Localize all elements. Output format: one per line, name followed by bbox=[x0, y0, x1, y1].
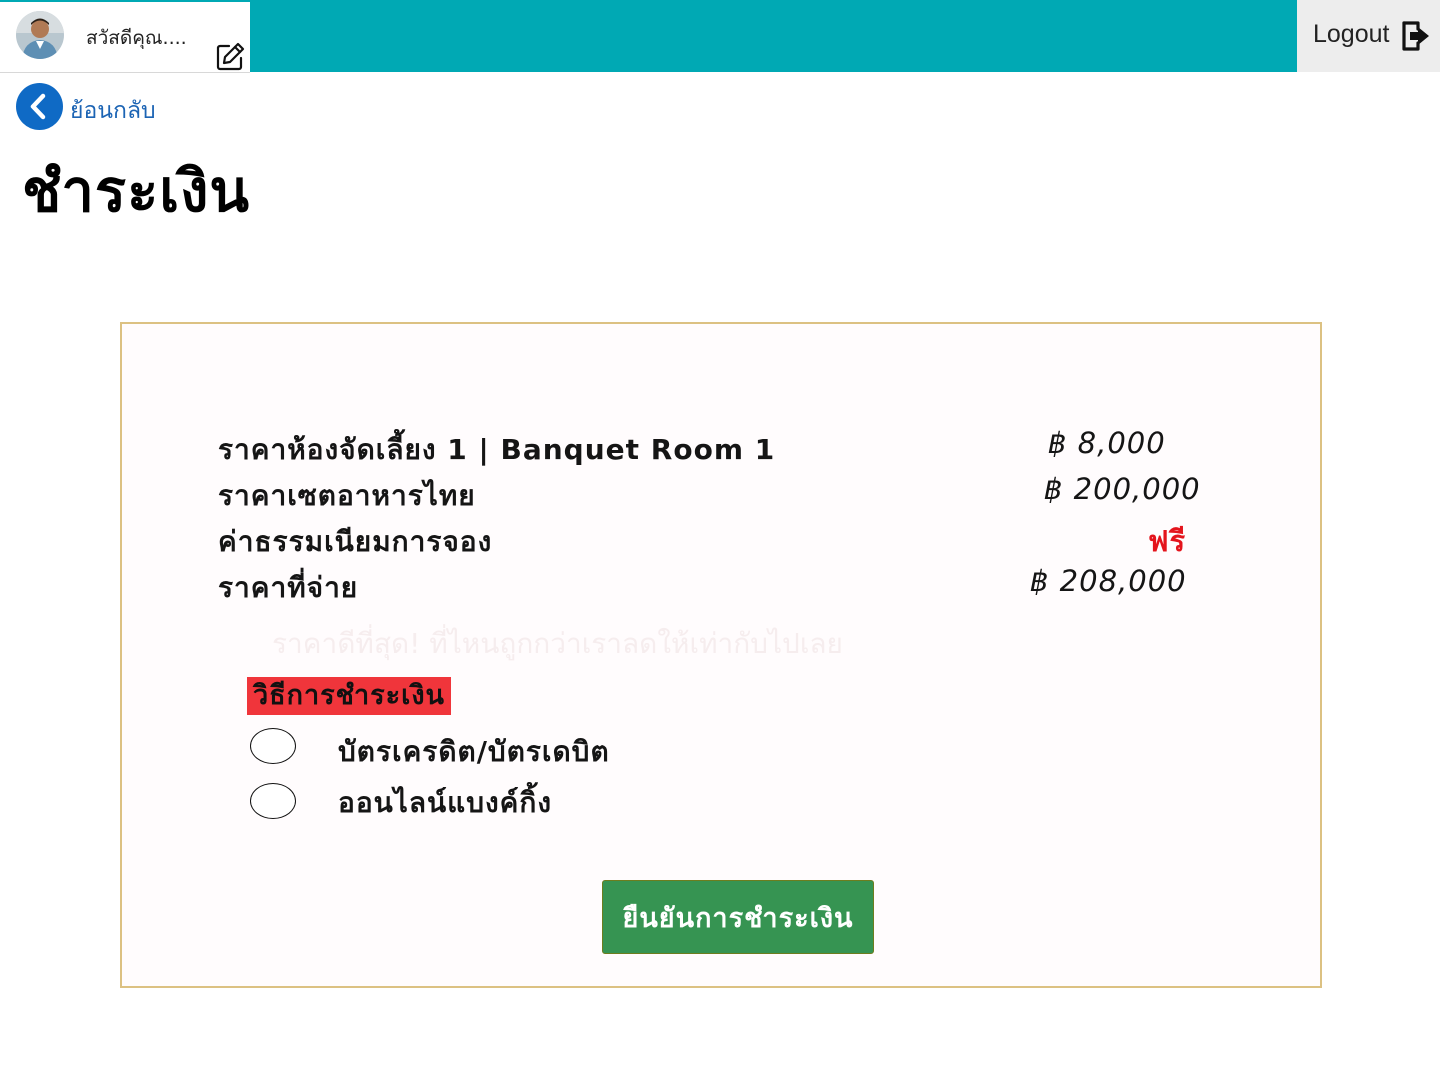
payment-method-heading: วิธีการชำระเงิน bbox=[247, 677, 452, 715]
room-price-label: ราคาห้องจัดเลี้ยง 1 | Banquet Room 1 bbox=[218, 433, 776, 466]
radio-online-banking[interactable] bbox=[250, 783, 296, 819]
food-set-value: ฿ 200,000 bbox=[1044, 472, 1201, 506]
radio-credit-card[interactable] bbox=[250, 728, 296, 764]
room-price-value: ฿ 8,000 bbox=[1048, 426, 1166, 460]
payment-card: ราคาห้องจัดเลี้ยง 1 | Banquet Room 1 ฿ 8… bbox=[120, 322, 1322, 988]
total-label: ราคาที่จ่าย bbox=[218, 571, 359, 604]
chevron-left-icon bbox=[16, 83, 63, 130]
booking-fee-value: ฟรี bbox=[1148, 524, 1187, 558]
edit-icon[interactable] bbox=[214, 41, 246, 73]
page-title: ชำระเงิน bbox=[22, 157, 251, 225]
credit-card-label[interactable]: บัตรเครดิต/บัตรเดบิต bbox=[338, 730, 610, 774]
user-profile: สวัสดีคุณ.... bbox=[0, 2, 250, 73]
logout-label: Logout bbox=[1313, 20, 1390, 48]
top-bar: สวัสดีคุณ.... Logout bbox=[0, 0, 1440, 73]
back-label: ย้อนกลับ bbox=[70, 98, 156, 124]
total-value: ฿ 208,000 bbox=[1030, 564, 1187, 598]
food-set-label: ราคาเซตอาหารไทย bbox=[218, 479, 476, 512]
logout-button[interactable]: Logout bbox=[1297, 0, 1440, 72]
confirm-payment-button[interactable]: ยืนยันการชำระเงิน bbox=[602, 880, 874, 954]
promo-text: ราคาดีที่สุด! ที่ไหนถูกกว่าเราลดให้เท่าก… bbox=[272, 627, 843, 660]
greeting-text: สวัสดีคุณ.... bbox=[86, 27, 187, 49]
logout-icon bbox=[1401, 20, 1431, 52]
avatar[interactable] bbox=[16, 11, 64, 59]
online-banking-label[interactable]: ออนไลน์แบงค์กิ้ง bbox=[338, 781, 552, 825]
booking-fee-label: ค่าธรรมเนียมการจอง bbox=[218, 525, 493, 558]
